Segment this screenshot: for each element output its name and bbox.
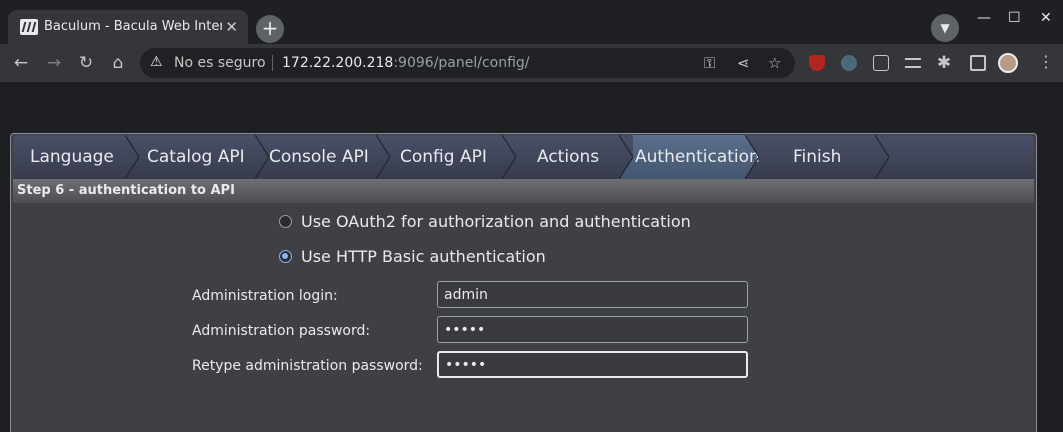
basic-auth-label[interactable]: Use HTTP Basic authentication xyxy=(301,247,546,266)
extensions-puzzle-icon[interactable]: ✱ xyxy=(933,53,955,73)
admin-login-label: Administration login: xyxy=(192,288,338,304)
side-panel-icon[interactable] xyxy=(970,55,986,71)
baculum-favicon-icon xyxy=(20,19,38,35)
new-tab-button[interactable]: + xyxy=(256,15,284,43)
admin-password-input[interactable] xyxy=(437,316,748,343)
reload-icon[interactable]: ↻ xyxy=(75,53,97,73)
wizard-steps-nav: Language Catalog API Console API Config … xyxy=(13,135,1034,179)
oauth2-radio[interactable] xyxy=(279,215,292,228)
admin-password-label: Administration password: xyxy=(192,323,371,339)
key-icon[interactable]: ⚿ xyxy=(704,54,715,72)
browser-menu-icon[interactable]: ⋮ xyxy=(1038,52,1054,71)
wizard-panel: Language Catalog API Console API Config … xyxy=(10,133,1037,432)
step-separator-icon xyxy=(376,135,390,179)
oauth2-label[interactable]: Use OAuth2 for authorization and authent… xyxy=(301,212,691,231)
clipboard-extension-icon[interactable] xyxy=(873,55,889,71)
wizard-step-console-api[interactable]: Console API xyxy=(269,135,369,179)
step-separator-icon xyxy=(502,135,516,179)
share-icon[interactable]: ⋖ xyxy=(737,54,750,72)
step-separator-icon xyxy=(745,135,759,179)
address-separator xyxy=(272,55,273,71)
step-separator-icon xyxy=(125,135,139,179)
browser-tab[interactable]: Baculum - Bacula Web Interface ✕ xyxy=(8,10,248,44)
address-bar[interactable]: ⚠ No es seguro 172.22.200.218:9096/panel… xyxy=(140,48,795,78)
url-text[interactable]: 172.22.200.218:9096/panel/config/ xyxy=(282,55,530,71)
close-window-icon[interactable]: ✕ xyxy=(1040,10,1052,26)
tab-search-button[interactable]: ▼ xyxy=(931,14,959,42)
minimize-icon[interactable]: — xyxy=(977,10,991,26)
tab-title: Baculum - Bacula Web Interface xyxy=(44,19,222,34)
close-tab-icon[interactable]: ✕ xyxy=(225,18,238,36)
page-content: Language Catalog API Console API Config … xyxy=(0,82,1063,432)
bookmark-star-icon[interactable]: ☆ xyxy=(768,54,781,72)
profile-avatar[interactable] xyxy=(998,53,1018,73)
security-label[interactable]: No es seguro xyxy=(174,55,266,71)
forward-icon[interactable]: → xyxy=(43,53,65,73)
wizard-step-language[interactable]: Language xyxy=(30,135,114,179)
retype-password-label: Retype administration password: xyxy=(192,358,423,374)
step-separator-icon xyxy=(255,135,269,179)
back-icon[interactable]: ← xyxy=(10,53,32,73)
step-header: Step 6 - authentication to API xyxy=(13,179,1034,203)
ublock-extension-icon[interactable] xyxy=(809,55,825,71)
url-path: :9096/panel/config/ xyxy=(393,55,530,71)
basic-auth-radio[interactable] xyxy=(279,250,292,263)
wizard-step-config-api[interactable]: Config API xyxy=(400,135,487,179)
browser-toolbar: ← → ↻ ⌂ ⚠ No es seguro 172.22.200.218:90… xyxy=(0,44,1063,82)
wizard-step-finish[interactable]: Finish xyxy=(793,135,841,179)
warning-icon[interactable]: ⚠ xyxy=(150,54,163,70)
admin-login-input[interactable] xyxy=(437,281,748,308)
wizard-step-actions[interactable]: Actions xyxy=(537,135,599,179)
home-icon[interactable]: ⌂ xyxy=(107,53,129,73)
spy-extension-icon[interactable] xyxy=(841,55,857,71)
step-separator-icon xyxy=(875,135,889,179)
reading-list-icon[interactable] xyxy=(905,58,921,68)
wizard-step-authentication[interactable]: Authentication xyxy=(635,135,760,179)
browser-tab-strip: Baculum - Bacula Web Interface ✕ + ▼ — ☐… xyxy=(0,0,1063,44)
basic-auth-option[interactable]: Use HTTP Basic authentication xyxy=(279,247,546,266)
maximize-icon[interactable]: ☐ xyxy=(1008,10,1021,26)
wizard-step-catalog-api[interactable]: Catalog API xyxy=(147,135,245,179)
retype-password-input[interactable] xyxy=(437,351,748,378)
step-separator-icon xyxy=(619,135,633,179)
url-host: 172.22.200.218 xyxy=(282,55,394,71)
oauth2-option[interactable]: Use OAuth2 for authorization and authent… xyxy=(279,212,691,231)
